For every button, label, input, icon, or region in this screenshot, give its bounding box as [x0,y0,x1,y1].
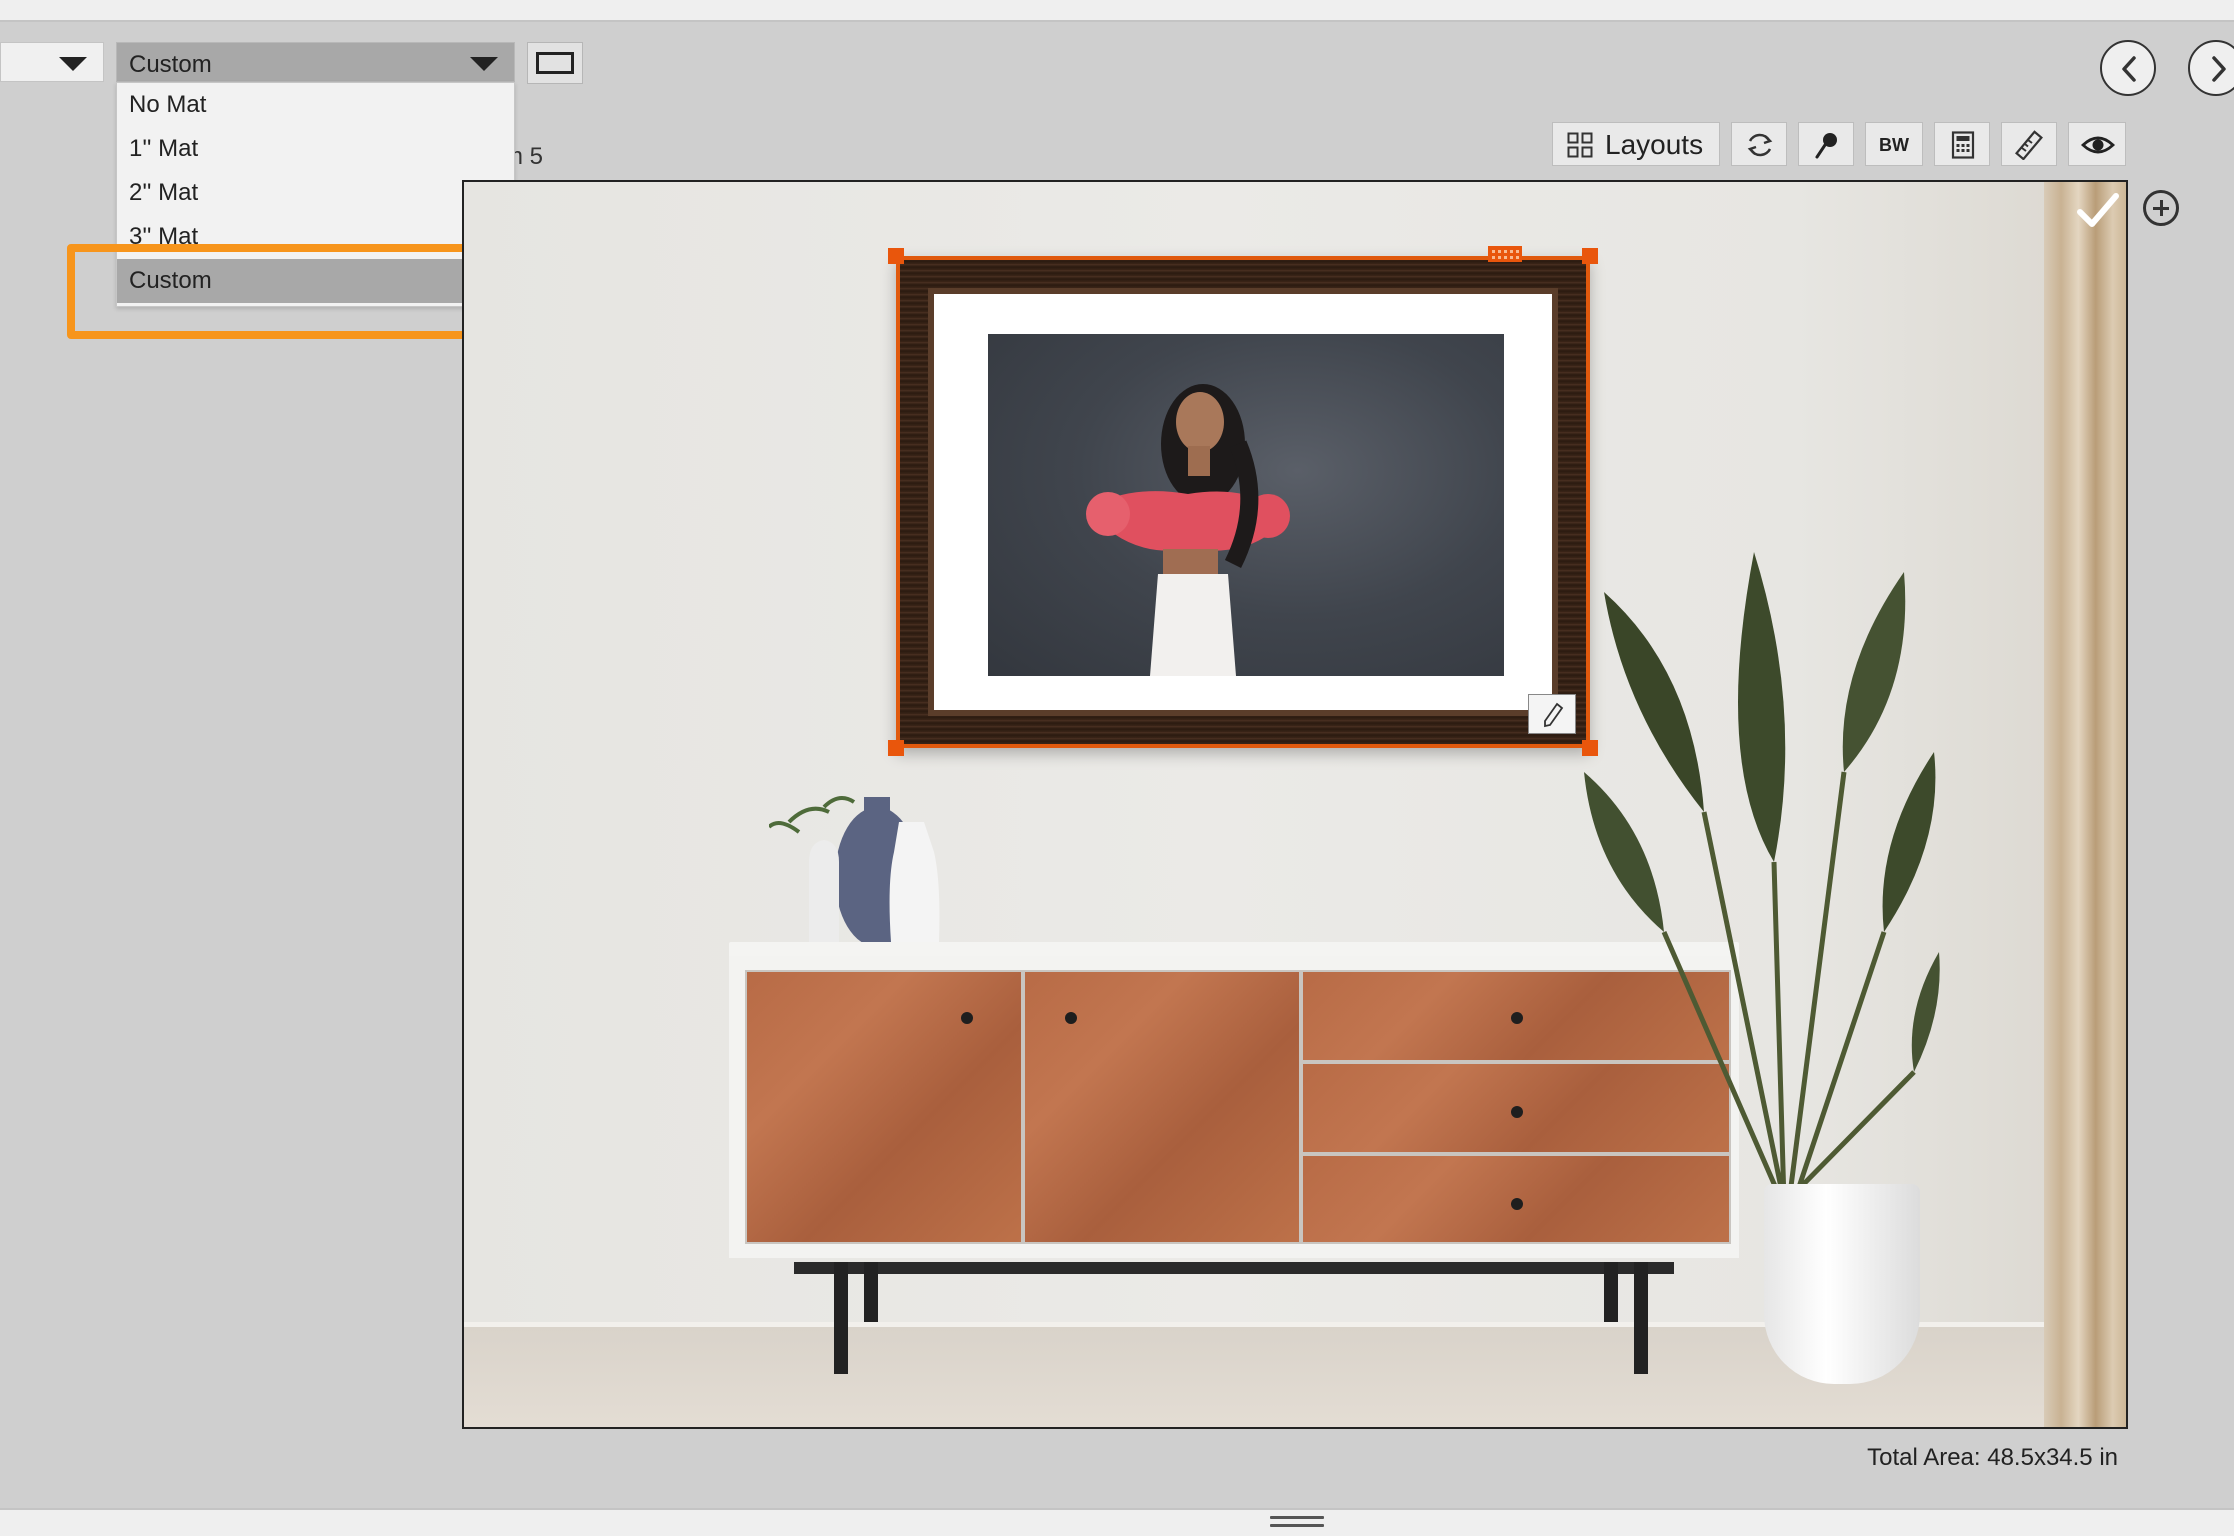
mat-option-1-inch[interactable]: 1'' Mat [117,127,514,171]
mat-option-no-mat[interactable]: No Mat [117,83,514,127]
mat-board [928,288,1558,716]
room-preview-canvas[interactable] [462,180,2128,1429]
mat-select-value: Custom [129,51,212,78]
pencil-icon [1544,702,1564,728]
ruler-icon [2015,130,2043,160]
plant [1584,552,1940,1204]
calculator-icon [1951,131,1975,159]
layouts-button[interactable]: Layouts [1552,122,1720,166]
resize-handle-bottom-left[interactable] [888,740,904,756]
layouts-label: Layouts [1605,129,1704,160]
next-button[interactable] [2188,40,2234,96]
frame-shape-button[interactable] [527,42,583,84]
edit-frame-button[interactable] [1528,694,1576,734]
checkmark-icon[interactable] [2076,190,2120,230]
cabinet-door-left [745,970,1023,1244]
preview-button[interactable] [2068,122,2126,166]
mat-select[interactable]: Custom [116,42,515,82]
refresh-icon [1747,133,1773,157]
pin-button[interactable] [1798,122,1854,166]
chevron-left-icon [2122,56,2136,82]
plant-pot [1764,1184,1920,1384]
ruler-button[interactable] [2001,122,2057,166]
top-window-strip [0,0,2234,22]
framed-print[interactable] [896,256,1590,748]
move-handle[interactable] [1488,246,1522,262]
sideboard-leg [834,1262,848,1374]
total-area-label: Total Area: 48.5x34.5 in [1867,1444,2118,1471]
eye-icon [2081,136,2115,154]
chevron-right-icon [2212,56,2226,82]
chevron-down-icon [59,57,87,71]
left-select[interactable] [0,42,104,82]
previous-button[interactable] [2100,40,2156,96]
curtain [2044,182,2126,1427]
grid-icon [1567,132,1593,158]
resize-handle-top-right[interactable] [1582,248,1598,264]
mat-option-2-inch[interactable]: 2'' Mat [117,171,514,215]
pin-icon [1815,133,1837,159]
cabinet-door-middle [1023,970,1301,1244]
portrait-photo [988,334,1504,676]
calculator-button[interactable] [1934,122,1990,166]
bw-button[interactable]: BW [1865,122,1923,166]
resize-handle-top-left[interactable] [888,248,904,264]
bottom-window-strip [0,1508,2234,1536]
rectangle-icon [536,52,574,74]
resize-grip-icon[interactable] [1270,1516,1324,1528]
bw-label: BW [1879,135,1909,155]
chevron-down-icon [470,57,498,71]
rotate-button[interactable] [1731,122,1787,166]
add-item-button[interactable] [2143,190,2179,226]
vases-decor [769,796,940,947]
